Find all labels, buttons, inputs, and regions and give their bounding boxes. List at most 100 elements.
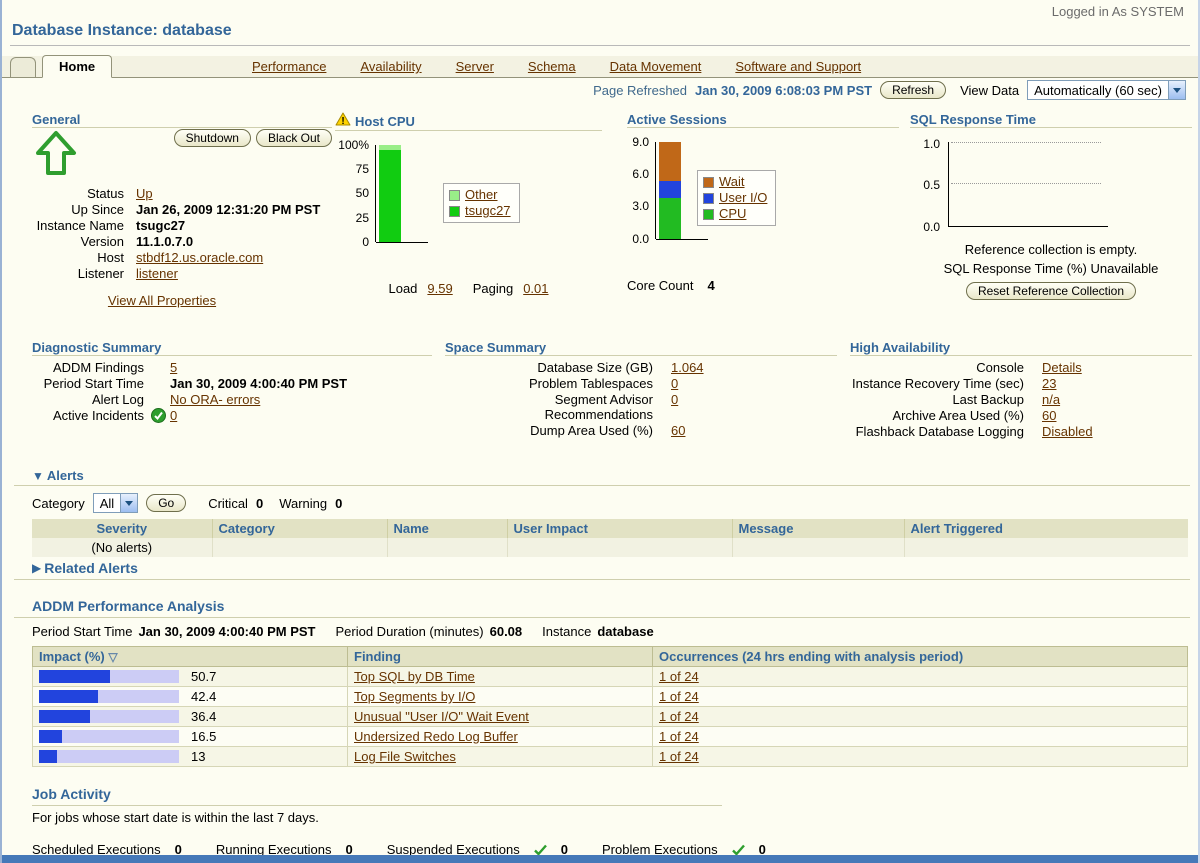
host-cpu-section: ! Host CPU 100% 75 50 25 0 xyxy=(335,112,602,296)
segment-advisor-link[interactable]: 0 xyxy=(671,392,837,422)
occurrences-link[interactable]: 1 of 24 xyxy=(659,669,699,684)
host-link[interactable]: stbdf12.us.oracle.com xyxy=(136,250,332,265)
legend-user-io-link[interactable]: User I/O xyxy=(719,190,767,206)
paging-value-link[interactable]: 0.01 xyxy=(523,281,548,296)
field-label: Status xyxy=(32,186,124,201)
collapse-icon[interactable]: ▼ xyxy=(32,469,44,483)
view-all-properties-link[interactable]: View All Properties xyxy=(108,293,216,308)
listener-link[interactable]: listener xyxy=(136,266,332,281)
column-header[interactable]: Name xyxy=(387,519,507,538)
column-header[interactable]: Impact (%) ▽ xyxy=(33,647,348,667)
database-size-link[interactable]: 1.064 xyxy=(671,360,837,375)
load-value-link[interactable]: 9.59 xyxy=(427,281,452,296)
column-header[interactable]: Severity xyxy=(32,519,212,538)
addm-findings-link[interactable]: 5 xyxy=(170,360,432,375)
category-label: Category xyxy=(32,496,85,511)
impact-bar-fill xyxy=(39,690,98,703)
occurrences-link[interactable]: 1 of 24 xyxy=(659,689,699,704)
tab-performance[interactable]: Performance xyxy=(252,59,326,74)
view-data-selected-value: Automatically (60 sec) xyxy=(1028,83,1168,98)
addm-table: Impact (%) ▽ Finding Occurrences (24 hrs… xyxy=(32,646,1188,767)
view-data-select[interactable]: Automatically (60 sec) xyxy=(1027,80,1186,100)
wait-segment[interactable] xyxy=(659,142,681,181)
host-cpu-chart: 100% 75 50 25 0 Other xyxy=(335,141,602,253)
instance-recovery-time-link[interactable]: 23 xyxy=(1042,376,1192,391)
category-select[interactable]: All xyxy=(93,493,138,513)
blackout-button[interactable]: Black Out xyxy=(256,129,332,147)
column-header[interactable]: Message xyxy=(732,519,904,538)
impact-bar xyxy=(39,670,179,683)
flashback-logging-link[interactable]: Disabled xyxy=(1042,424,1192,439)
field-label: Active Incidents xyxy=(32,408,144,423)
console-details-link[interactable]: Details xyxy=(1042,360,1192,375)
occurrences-link[interactable]: 1 of 24 xyxy=(659,729,699,744)
finding-link[interactable]: Undersized Redo Log Buffer xyxy=(354,729,518,744)
user-io-segment[interactable] xyxy=(659,181,681,198)
column-header[interactable]: Alert Triggered xyxy=(904,519,1188,538)
reference-collection-note: Reference collection is empty. xyxy=(910,242,1192,257)
tab-data-movement[interactable]: Data Movement xyxy=(610,59,702,74)
job-activity-subtitle: For jobs whose start date is within the … xyxy=(32,810,1200,825)
finding-link[interactable]: Top Segments by I/O xyxy=(354,689,475,704)
impact-bar-fill xyxy=(39,730,62,743)
last-backup-link[interactable]: n/a xyxy=(1042,392,1192,407)
check-icon xyxy=(534,844,547,856)
legend-other-link[interactable]: Other xyxy=(465,187,498,203)
column-header[interactable]: Category xyxy=(212,519,387,538)
occurrences-link[interactable]: 1 of 24 xyxy=(659,749,699,764)
job-activity-section: Job Activity For jobs whose start date i… xyxy=(2,786,1200,857)
up-since-value: Jan 26, 2009 12:31:20 PM PST xyxy=(136,202,332,217)
finding-link[interactable]: Top SQL by DB Time xyxy=(354,669,475,684)
warning-value: 0 xyxy=(335,496,342,511)
column-header[interactable]: User Impact xyxy=(507,519,732,538)
table-row: 13 Log File Switches 1 of 24 xyxy=(33,747,1188,767)
finding-link[interactable]: Unusual "User I/O" Wait Event xyxy=(354,709,529,724)
instance-value: database xyxy=(597,624,653,639)
sort-descending-icon[interactable]: ▽ xyxy=(108,650,117,664)
occurrences-link[interactable]: 1 of 24 xyxy=(659,709,699,724)
legend-wait-link[interactable]: Wait xyxy=(719,174,745,190)
dump-area-used-link[interactable]: 60 xyxy=(671,423,837,438)
tab-schema[interactable]: Schema xyxy=(528,59,576,74)
cpu-segment[interactable] xyxy=(659,198,681,239)
go-button[interactable]: Go xyxy=(146,494,186,512)
critical-label: Critical xyxy=(208,496,248,511)
no-alerts-cell: (No alerts) xyxy=(32,538,212,557)
status-link[interactable]: Up xyxy=(136,186,332,201)
field-label: Segment Advisor Recommendations xyxy=(445,392,653,422)
tab-availability[interactable]: Availability xyxy=(360,59,421,74)
archive-area-used-link[interactable]: 60 xyxy=(1042,408,1192,423)
legend-cpu-link[interactable]: CPU xyxy=(719,206,746,222)
instance-name-value: tsugc27 xyxy=(136,218,332,233)
field-label: Up Since xyxy=(32,202,124,217)
active-incidents-link[interactable]: 0 xyxy=(170,408,432,423)
view-data-label: View Data xyxy=(960,83,1019,98)
y-tick: 0.0 xyxy=(615,232,649,246)
page-refreshed-label: Page Refreshed xyxy=(593,83,687,98)
tab-home[interactable]: Home xyxy=(42,55,112,78)
y-tick: 6.0 xyxy=(615,167,649,181)
problem-tablespaces-link[interactable]: 0 xyxy=(671,376,837,391)
shutdown-button[interactable]: Shutdown xyxy=(174,129,251,147)
duration-value: 60.08 xyxy=(490,624,523,639)
sql-response-time-title: SQL Response Time xyxy=(910,112,1192,127)
host-cpu-legend: Other tsugc27 xyxy=(443,183,520,223)
host-cpu-tsugc27-segment[interactable] xyxy=(379,150,401,242)
dropdown-arrow-icon[interactable] xyxy=(1168,81,1185,99)
reset-reference-collection-button[interactable]: Reset Reference Collection xyxy=(966,282,1136,300)
table-row: 16.5 Undersized Redo Log Buffer 1 of 24 xyxy=(33,727,1188,747)
field-label: Archive Area Used (%) xyxy=(850,408,1024,423)
period-start-time-value: Jan 30, 2009 4:00:40 PM PST xyxy=(170,376,432,391)
oracle-em-database-home-page: Logged in As SYSTEM Database Instance: d… xyxy=(0,0,1200,863)
column-header[interactable]: Occurrences (24 hrs ending with analysis… xyxy=(653,647,1188,667)
tab-software-and-support[interactable]: Software and Support xyxy=(735,59,861,74)
expand-icon[interactable]: ▶ xyxy=(32,561,41,575)
tab-server[interactable]: Server xyxy=(456,59,494,74)
column-header[interactable]: Finding xyxy=(348,647,653,667)
table-row: (No alerts) xyxy=(32,538,1188,557)
refresh-button[interactable]: Refresh xyxy=(880,81,946,99)
finding-link[interactable]: Log File Switches xyxy=(354,749,456,764)
dropdown-arrow-icon[interactable] xyxy=(120,494,137,512)
alert-log-link[interactable]: No ORA- errors xyxy=(170,392,432,407)
legend-tsugc27-link[interactable]: tsugc27 xyxy=(465,203,511,219)
